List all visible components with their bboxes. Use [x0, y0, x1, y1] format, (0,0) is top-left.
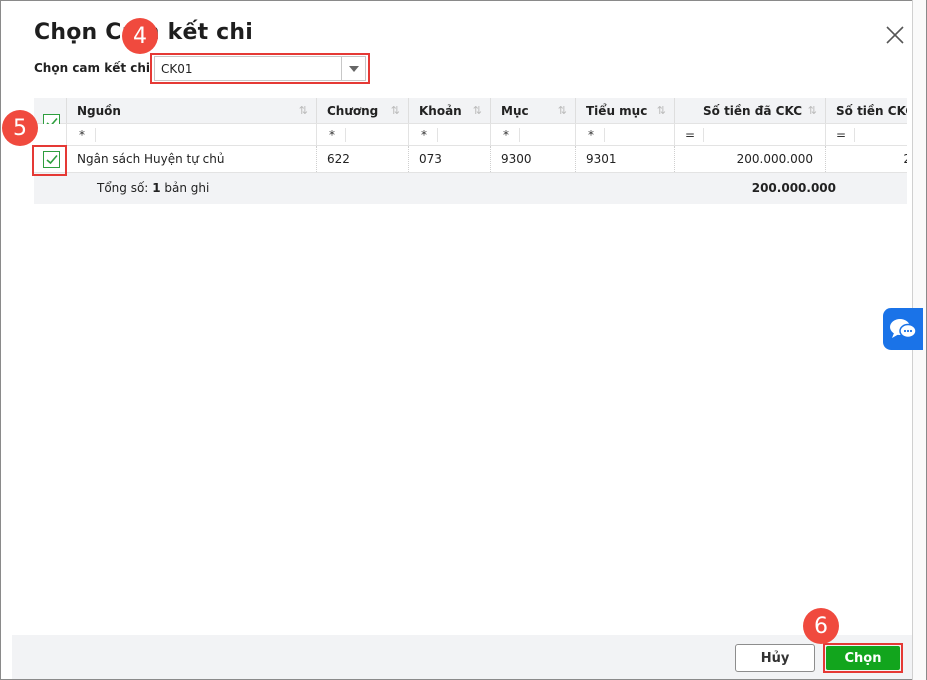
cell-chuong: 622: [317, 146, 409, 172]
step-badge-6: 6: [803, 608, 839, 644]
filter-tieu-muc[interactable]: *: [576, 124, 675, 145]
column-header-chuong[interactable]: Chương ⇅: [317, 98, 409, 123]
commitment-grid: Nguồn ⇅ Chương ⇅ Khoản ⇅ Mục ⇅ Tiểu mục ⇅ Số …: [34, 98, 907, 204]
select-button[interactable]: Chọn: [826, 646, 900, 670]
filter-chuong[interactable]: *: [317, 124, 409, 145]
summary-total: 200.000.000: [751, 181, 836, 195]
column-header-label: Tiểu mục: [586, 104, 648, 118]
cell-so-tien-ckc: 2: [826, 146, 907, 172]
column-header-khoan[interactable]: Khoản ⇅: [409, 98, 491, 123]
chevron-down-icon: [349, 66, 359, 72]
grid-header: Nguồn ⇅ Chương ⇅ Khoản ⇅ Mục ⇅ Tiểu mục ⇅ Số …: [34, 98, 907, 131]
column-header-so-tien-ckc[interactable]: Số tiền CKC: [826, 98, 907, 123]
chat-widget[interactable]: [883, 308, 923, 350]
chat-icon: [890, 319, 917, 339]
column-header-tieu-muc[interactable]: Tiểu mục ⇅: [576, 98, 675, 123]
cell-so-tien-da-ckc: 200.000.000: [675, 146, 826, 172]
sort-icon[interactable]: ⇅: [808, 104, 817, 117]
filter-khoan[interactable]: *: [409, 124, 491, 145]
sort-icon[interactable]: ⇅: [473, 104, 482, 117]
cell-khoan: 073: [409, 146, 491, 172]
cell-muc: 9300: [491, 146, 576, 172]
sort-icon[interactable]: ⇅: [558, 104, 567, 117]
row-checkbox[interactable]: [43, 151, 60, 168]
summary-count: Tổng số: 1 bản ghi: [97, 181, 210, 195]
cancel-button[interactable]: Hủy: [735, 644, 815, 672]
cell-tieu-muc: 9301: [576, 146, 675, 172]
step-badge-4: 4: [122, 18, 158, 54]
close-icon[interactable]: [884, 24, 906, 46]
filter-muc[interactable]: *: [491, 124, 576, 145]
column-header-label: Số tiền đã CKC: [703, 104, 803, 118]
commitment-combobox[interactable]: CK01: [154, 56, 366, 81]
filter-so-tien-ckc[interactable]: =: [826, 124, 907, 145]
step-badge-5: 5: [2, 110, 38, 146]
filter-nguon[interactable]: *: [67, 124, 317, 145]
grid-summary-row: Tổng số: 1 bản ghi 200.000.000: [34, 173, 907, 204]
column-header-label: Chương: [327, 104, 379, 118]
column-header-muc[interactable]: Mục ⇅: [491, 98, 576, 123]
column-header-label: Khoản: [419, 104, 462, 118]
grid-filter-row: * * * * * = =: [34, 124, 907, 146]
column-header-so-tien-da-ckc[interactable]: Số tiền đã CKC ⇅: [675, 98, 826, 123]
column-header-label: Số tiền CKC: [836, 104, 907, 118]
cell-nguon: Ngân sách Huyện tự chủ: [67, 146, 317, 172]
commitment-label: Chọn cam kết chi: [34, 61, 151, 75]
check-icon: [46, 154, 58, 165]
header-select-cell: [34, 98, 67, 131]
commitment-value[interactable]: CK01: [161, 62, 193, 76]
row-select-cell: [34, 146, 67, 172]
dropdown-button[interactable]: [341, 57, 365, 80]
column-header-label: Mục: [501, 104, 529, 118]
table-row[interactable]: Ngân sách Huyện tự chủ 622 073 9300 9301…: [34, 146, 907, 173]
sort-icon[interactable]: ⇅: [391, 104, 400, 117]
filter-so-tien-da-ckc[interactable]: =: [675, 124, 826, 145]
filter-cell-empty: [34, 124, 67, 145]
column-header-nguon[interactable]: Nguồn ⇅: [67, 98, 317, 123]
sort-icon[interactable]: ⇅: [299, 104, 308, 117]
column-header-label: Nguồn: [77, 104, 121, 118]
sort-icon[interactable]: ⇅: [657, 104, 666, 117]
